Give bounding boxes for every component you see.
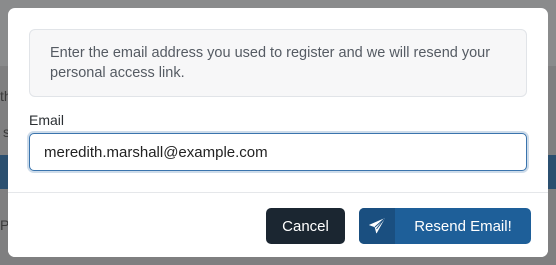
resend-access-modal: Enter the email address you used to regi… — [8, 8, 548, 257]
cancel-button[interactable]: Cancel — [266, 208, 345, 244]
modal-footer: Cancel Resend Email! — [8, 192, 548, 257]
resend-email-button[interactable]: Resend Email! — [359, 208, 531, 244]
info-message: Enter the email address you used to regi… — [29, 29, 527, 97]
resend-button-label: Resend Email! — [414, 217, 512, 235]
email-label: Email — [29, 112, 65, 128]
paper-plane-icon — [359, 208, 395, 244]
email-input[interactable] — [29, 133, 527, 171]
